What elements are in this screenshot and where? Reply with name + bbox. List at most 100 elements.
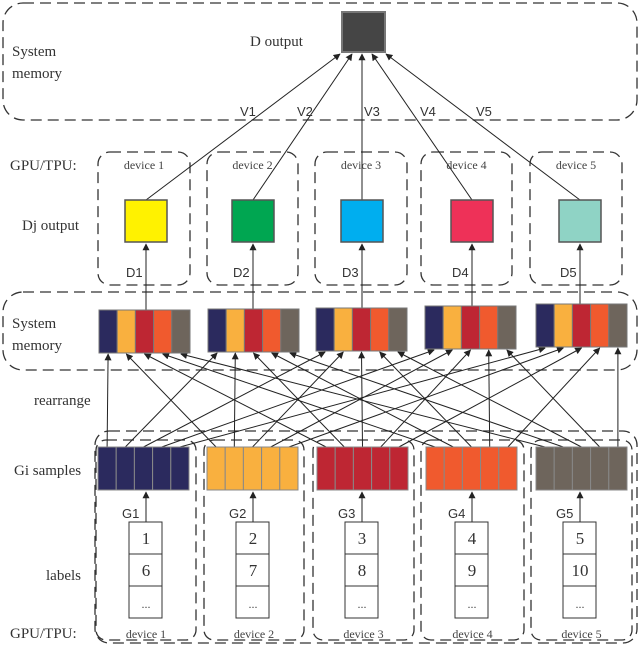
g-label: G4 [448,506,465,521]
label-value: 5 [576,529,585,548]
top-memory-label-2: memory [12,66,62,82]
rearrange-arrow [104,353,112,448]
generator-sample-segment [480,446,500,491]
label-value: ... [576,597,585,611]
generator-sample-segment [535,446,555,491]
generator-sample-segment [608,446,628,491]
generator-sample-segment [152,446,172,491]
mixed-sample-segment [553,303,573,348]
upper-device-label: device 1 [124,158,164,172]
label-value: ... [142,597,151,611]
mixed-sample-segment [153,309,173,354]
lower-device-label: device 3 [343,627,383,641]
generator-sample-segment [425,446,445,491]
label-value: 3 [358,529,367,548]
mixed-sample-segment [590,303,610,348]
dj-output-label: Dj output [22,218,80,234]
generator-sample-segment [498,446,518,491]
mixed-sample-segment [608,303,628,348]
gi-samples-label: Gi samples [14,463,81,479]
v-label: V2 [297,104,313,119]
mixed-sample-segment [497,305,517,350]
v-arrow [145,53,341,201]
generator-sample-segment [242,446,263,491]
dj-output-box [450,199,494,243]
dj-output-box [231,199,275,243]
upper-device-label: device 3 [341,158,381,172]
generator-sample-segment [261,446,281,491]
label-value: 4 [468,529,477,548]
mixed-sample-segment [280,308,300,353]
dj-output-box [558,199,602,243]
generator-sample-segment [170,446,190,491]
label-value: 10 [572,561,589,580]
rearrange-label: rearrange [34,393,91,409]
v-label: V1 [240,104,256,119]
mixed-sample-segment [225,308,245,353]
upper-device-label: device 4 [446,158,486,172]
generator-sample-segment [590,446,610,491]
generator-sample-segment [461,446,482,491]
d-label: D3 [342,265,359,280]
mixed-sample-segment [535,303,555,348]
mixed-sample-segment [134,309,155,354]
label-value: 2 [249,529,258,548]
generator-sample-segment [553,446,573,491]
lower-device-label: device 1 [126,627,166,641]
d-label: D2 [233,265,250,280]
mixed-sample-segment [442,305,462,350]
generator-sample-segment [97,446,117,491]
g-label: G1 [122,506,139,521]
g-label: G2 [229,506,246,521]
dj-output-box [124,199,168,243]
lower-gpu-label: GPU/TPU: [10,626,77,642]
label-value: 6 [142,561,151,580]
mid-memory-label: System [12,316,57,332]
generator-sample-segment [224,446,244,491]
d-label: D5 [560,265,577,280]
v-label: V4 [420,104,436,119]
label-value: ... [249,597,258,611]
mixed-sample-segment [370,307,390,352]
dj-output-box [340,199,384,243]
d-label: D1 [126,265,143,280]
d-label: D4 [452,265,469,280]
generator-sample-segment [279,446,299,491]
upper-device-label: device 2 [232,158,272,172]
lower-device-label: device 2 [234,627,274,641]
lower-device-label: device 5 [561,627,601,641]
label-value: 7 [249,561,258,580]
generator-sample-segment [133,446,154,491]
generator-sample-segment [115,446,135,491]
diagram-canvas: System memory D output GPU/TPU: Dj outpu… [2,2,638,644]
generator-sample-segment [206,446,226,491]
top-memory-label: System [12,44,57,60]
generator-sample-segment [352,446,373,491]
mixed-sample-segment [351,307,372,352]
generator-sample-segment [443,446,463,491]
mixed-sample-segment [315,307,335,352]
mixed-sample-segment [171,309,191,354]
upper-device-label: device 5 [556,158,596,172]
mid-memory-label-2: memory [12,338,62,354]
generator-sample-segment [571,446,592,491]
labels-label: labels [46,568,81,584]
mixed-sample-segment [571,303,592,348]
mixed-sample-segment [207,308,227,353]
top-memory-region [2,2,638,121]
mixed-sample-segment [479,305,499,350]
g-label: G3 [338,506,355,521]
generator-sample-segment [316,446,336,491]
label-value: 1 [142,529,151,548]
upper-gpu-label: GPU/TPU: [10,158,77,174]
v-arrow [371,53,473,201]
mixed-sample-segment [98,309,118,354]
label-value: 8 [358,561,367,580]
mixed-sample-segment [116,309,136,354]
mixed-sample-segment [243,308,264,353]
label-value: ... [358,597,367,611]
g-label: G5 [556,506,573,521]
generator-sample-segment [334,446,354,491]
v-label: V3 [364,104,380,119]
gan-multi-device-diagram: System memory D output GPU/TPU: Dj outpu… [0,0,640,646]
